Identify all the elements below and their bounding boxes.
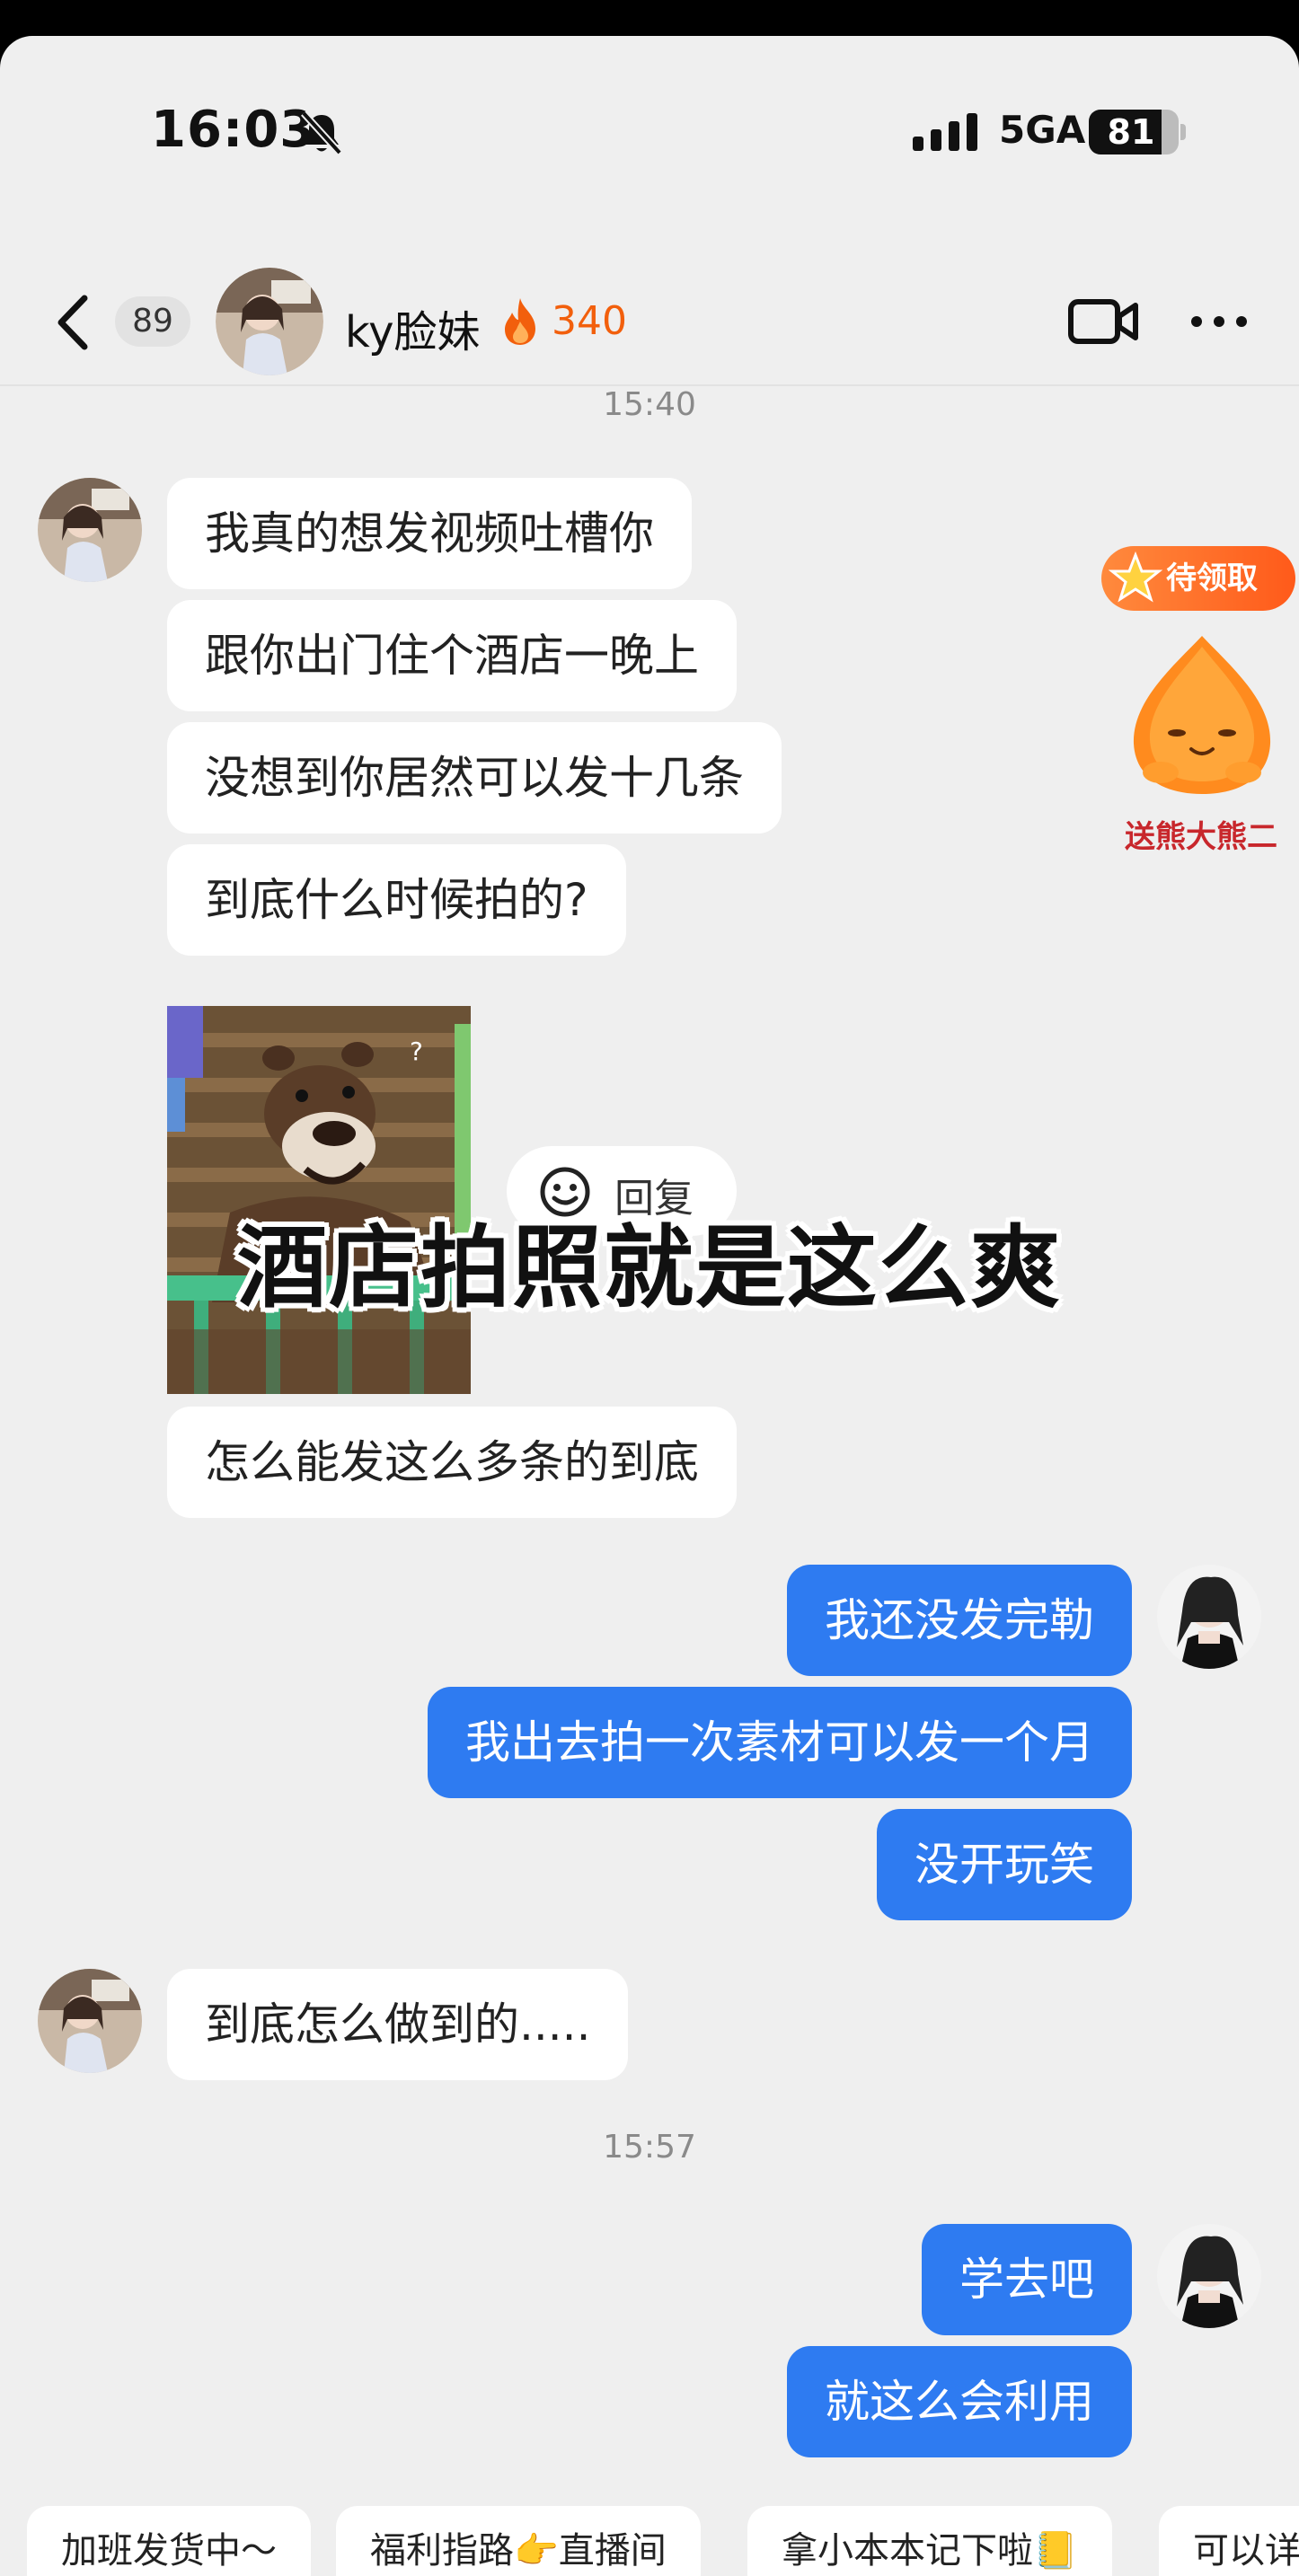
timestamp: 15:57 [603, 2129, 696, 2166]
contact-message-avatar[interactable] [38, 478, 142, 582]
quick-reply-chip[interactable]: 可以详 [1159, 2506, 1299, 2576]
outgoing-message[interactable]: 我还没发完勒 [787, 1565, 1132, 1676]
promo-caption: 送熊大熊二 [1125, 819, 1277, 855]
contact-name[interactable]: ky脸妹 [345, 296, 481, 359]
contact-message-avatar[interactable] [38, 1969, 142, 2073]
unread-count-badge[interactable]: 89 [115, 296, 190, 347]
svg-text:?: ? [410, 1037, 423, 1066]
more-options-icon[interactable] [1188, 305, 1250, 338]
outgoing-message[interactable]: 学去吧 [922, 2224, 1132, 2335]
bell-muted-icon [301, 110, 342, 155]
quick-reply-chip[interactable]: 福利指路👉直播间 [336, 2506, 701, 2576]
mascot-icon[interactable] [1121, 629, 1283, 799]
incoming-message[interactable]: 怎么能发这么多条的到底 [167, 1407, 737, 1518]
incoming-message[interactable]: 没想到你居然可以发十几条 [167, 722, 782, 834]
outgoing-message[interactable]: 没开玩笑 [877, 1809, 1132, 1920]
battery-indicator: 81 [1089, 110, 1179, 154]
cellular-signal-icon [913, 113, 977, 151]
chat-screen: 16:03 5GA 81 89 ky脸妹 340 15:40 我真的想发视频吐槽… [0, 36, 1299, 2576]
battery-percent: 81 [1107, 112, 1155, 152]
battery-tip [1180, 124, 1186, 140]
streak-count: 340 [552, 298, 627, 344]
my-avatar[interactable] [1157, 2224, 1261, 2328]
incoming-message[interactable]: 到底什么时候拍的? [167, 844, 626, 956]
flame-icon [505, 298, 535, 345]
network-type: 5GA [999, 108, 1086, 152]
star-icon [1109, 551, 1162, 603]
my-avatar[interactable] [1157, 1565, 1261, 1669]
incoming-message[interactable]: 跟你出门住个酒店一晚上 [167, 600, 737, 711]
incoming-message[interactable]: 到底怎么做到的..... [167, 1969, 629, 2080]
outgoing-message[interactable]: 我出去拍一次素材可以发一个月 [428, 1687, 1132, 1798]
back-chevron-icon[interactable] [50, 291, 95, 354]
outgoing-message[interactable]: 就这么会利用 [787, 2346, 1132, 2457]
quick-reply-chip[interactable]: 拿小本本记下啦📒 [747, 2506, 1112, 2576]
video-call-icon[interactable] [1067, 296, 1139, 347]
promo-claim-badge[interactable]: 待领取 [1101, 546, 1295, 611]
timestamp: 15:40 [603, 386, 696, 423]
status-time: 16:03 [151, 101, 316, 159]
overlay-caption: 酒店拍照就是这么爽 [237, 1215, 1062, 1320]
promo-badge-label: 待领取 [1166, 560, 1258, 596]
quick-reply-chip[interactable]: 加班发货中～ [27, 2506, 311, 2576]
contact-avatar[interactable] [216, 268, 323, 375]
incoming-message[interactable]: 我真的想发视频吐槽你 [167, 478, 692, 589]
